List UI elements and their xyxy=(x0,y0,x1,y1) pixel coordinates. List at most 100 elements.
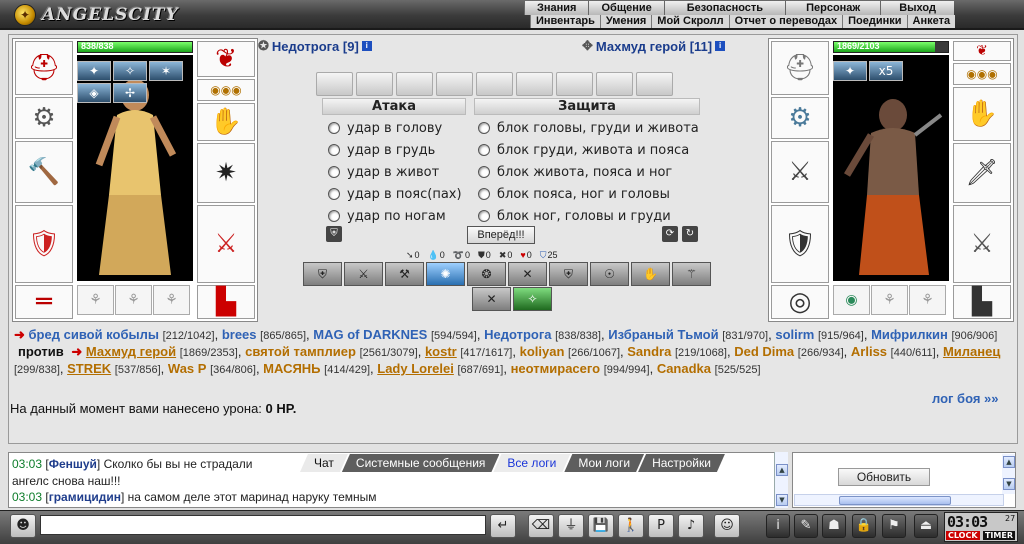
horizontal-scrollbar[interactable] xyxy=(794,494,1004,506)
helmet-slot[interactable]: ⛑ xyxy=(15,41,73,95)
armor-slot[interactable]: 🛡 xyxy=(771,205,829,283)
radio-button[interactable] xyxy=(478,210,490,222)
team-right-member[interactable]: Ded Dima xyxy=(734,344,794,359)
gloves-slot[interactable]: ✋ xyxy=(197,103,255,141)
boots-slot[interactable]: ▙ xyxy=(197,285,255,319)
attack-option[interactable]: удар в голову xyxy=(328,118,442,138)
skill-icon[interactable]: ⛨ xyxy=(549,262,588,286)
empty-slot-icon[interactable]: ⚘ xyxy=(115,285,152,315)
tab-all-logs[interactable]: Все логи xyxy=(493,454,570,472)
radio-button[interactable] xyxy=(478,144,490,156)
skill-icon[interactable]: ⚒ xyxy=(385,262,424,286)
weapon-slot[interactable]: 🔨 xyxy=(15,141,73,203)
team-left-member[interactable]: brees xyxy=(222,327,257,342)
scroll-up-icon[interactable]: ▲ xyxy=(776,464,788,476)
send-icon[interactable]: ↵ xyxy=(490,514,516,538)
skill-icon[interactable]: ✕ xyxy=(508,262,547,286)
chat-scrollbar[interactable]: ▲ ▼ xyxy=(774,452,788,508)
menu-knowledge[interactable]: Знания xyxy=(524,1,589,15)
effect-icon[interactable]: ✦ xyxy=(77,61,111,81)
spell-slot[interactable] xyxy=(556,72,593,96)
defense-option[interactable]: блок груди, живота и пояса xyxy=(478,140,689,160)
defense-option[interactable]: блок ног, головы и груди xyxy=(478,206,671,226)
radio-button[interactable] xyxy=(478,122,490,134)
skill-icon[interactable]: ⛨ xyxy=(303,262,342,286)
panel-scrollbar[interactable]: ▲ ▼ xyxy=(1002,454,1015,494)
skill-icon[interactable]: ⚚ xyxy=(672,262,711,286)
gloves-slot[interactable]: ✋ xyxy=(953,87,1011,141)
battle-log-link[interactable]: лог боя »» xyxy=(932,391,999,406)
effect-icon[interactable]: ✧ xyxy=(113,61,147,81)
menu-security[interactable]: Безопасность xyxy=(663,1,786,15)
spell-slot[interactable] xyxy=(316,72,353,96)
tab-chat[interactable]: Чат xyxy=(300,454,348,472)
bracers-slot[interactable]: ⚙ xyxy=(15,97,73,139)
empty-slot-icon[interactable]: ⚘ xyxy=(77,285,114,315)
refresh-icon[interactable]: ⟳ xyxy=(662,226,678,242)
team-left-member[interactable]: MAG of DARKNES xyxy=(313,327,427,342)
team-right-member[interactable]: Canadka xyxy=(657,361,711,376)
team-right-member[interactable]: Sandra xyxy=(627,344,671,359)
flag-icon[interactable]: ⚑ xyxy=(882,514,906,538)
spell-slot[interactable] xyxy=(436,72,473,96)
rings-slot[interactable]: ◉◉◉ xyxy=(197,79,255,101)
timer-label[interactable]: TIMER xyxy=(982,531,1015,540)
info-icon[interactable]: i xyxy=(361,41,372,51)
team-right-member[interactable]: Arliss xyxy=(851,344,887,359)
effect-icon[interactable]: ◈ xyxy=(77,83,111,103)
belt-slot[interactable]: ◎ xyxy=(771,285,829,319)
spell-slot[interactable] xyxy=(476,72,513,96)
tab-my-logs[interactable]: Мои логи xyxy=(564,454,644,472)
menu-duels[interactable]: Поединки xyxy=(842,15,906,28)
clock-label[interactable]: CLOCK xyxy=(946,531,980,540)
team-left-member[interactable]: Избраный Тьмой xyxy=(608,327,718,342)
team-left-member[interactable]: solirm xyxy=(775,327,814,342)
menu-exit[interactable]: Выход xyxy=(880,1,954,15)
player-right-name-text[interactable]: Махмуд герой [11] xyxy=(596,39,712,54)
radio-button[interactable] xyxy=(478,166,490,178)
panel-scroll-track[interactable]: ▲ ▼ xyxy=(1002,454,1015,494)
team-right-member[interactable]: STREK xyxy=(67,361,111,376)
effect-icon[interactable]: ✢ xyxy=(113,83,147,103)
attack-option[interactable]: удар в живот xyxy=(328,162,439,182)
emoji-icon[interactable]: ☺ xyxy=(714,514,740,538)
team-right-member[interactable]: Махмуд герой xyxy=(86,344,176,359)
amulet-icon[interactable]: ◉ xyxy=(833,285,870,315)
boots-slot[interactable]: ▙ xyxy=(953,285,1011,319)
defense-option[interactable]: блок головы, груди и живота xyxy=(478,118,699,138)
shield-toggle-icon[interactable]: ⛨ xyxy=(326,226,342,242)
skill-icon[interactable]: ✋ xyxy=(631,262,670,286)
team-right-member[interactable]: Миланец xyxy=(943,344,1000,359)
bracers-slot[interactable]: ⚙ xyxy=(771,97,829,139)
forward-button[interactable]: Вперёд!!! xyxy=(467,226,535,244)
menu-inventory[interactable]: Инвентарь xyxy=(530,15,600,28)
info-icon[interactable]: i xyxy=(715,41,726,51)
skill-icon[interactable]: ⚔ xyxy=(344,262,383,286)
radio-button[interactable] xyxy=(328,166,340,178)
menu-profile[interactable]: Анкета xyxy=(906,15,956,28)
menu-transfer-report[interactable]: Отчет о переводах xyxy=(728,15,843,28)
skill-icon-active[interactable]: ✧ xyxy=(513,287,552,311)
skill-icon[interactable]: ☉ xyxy=(590,262,629,286)
lock-icon[interactable]: 🔒 xyxy=(852,514,876,538)
info-icon[interactable]: i xyxy=(766,514,790,538)
shield-slot[interactable]: ✷ xyxy=(197,143,255,203)
menu-my-scroll[interactable]: Мой Скролл xyxy=(651,15,728,28)
music-icon[interactable]: ♪ xyxy=(678,514,704,538)
save-icon[interactable]: 💾 xyxy=(588,514,614,538)
empty-slot-icon[interactable]: ⚘ xyxy=(871,285,908,315)
scroll-up-icon[interactable]: ▲ xyxy=(1003,456,1015,468)
filter-icon[interactable]: ⏚ xyxy=(558,514,584,538)
team-left-member[interactable]: Недотрога xyxy=(484,327,551,342)
helmet-slot[interactable]: ⛑ xyxy=(771,41,829,95)
friends-icon[interactable]: ☗ xyxy=(822,514,846,538)
radio-button[interactable] xyxy=(328,144,340,156)
effect-badge[interactable]: x5 xyxy=(869,61,903,81)
attack-option[interactable]: удар в пояс(пах) xyxy=(328,184,462,204)
team-left-member[interactable]: бред сивой кобылы xyxy=(29,327,159,342)
refresh-button[interactable]: Обновить xyxy=(838,468,930,486)
defense-option[interactable]: блок живота, пояса и ног xyxy=(478,162,672,182)
scroll-icon[interactable]: ✎ xyxy=(794,514,818,538)
radio-button[interactable] xyxy=(328,122,340,134)
chat-nick[interactable]: Феншуй xyxy=(49,457,97,471)
